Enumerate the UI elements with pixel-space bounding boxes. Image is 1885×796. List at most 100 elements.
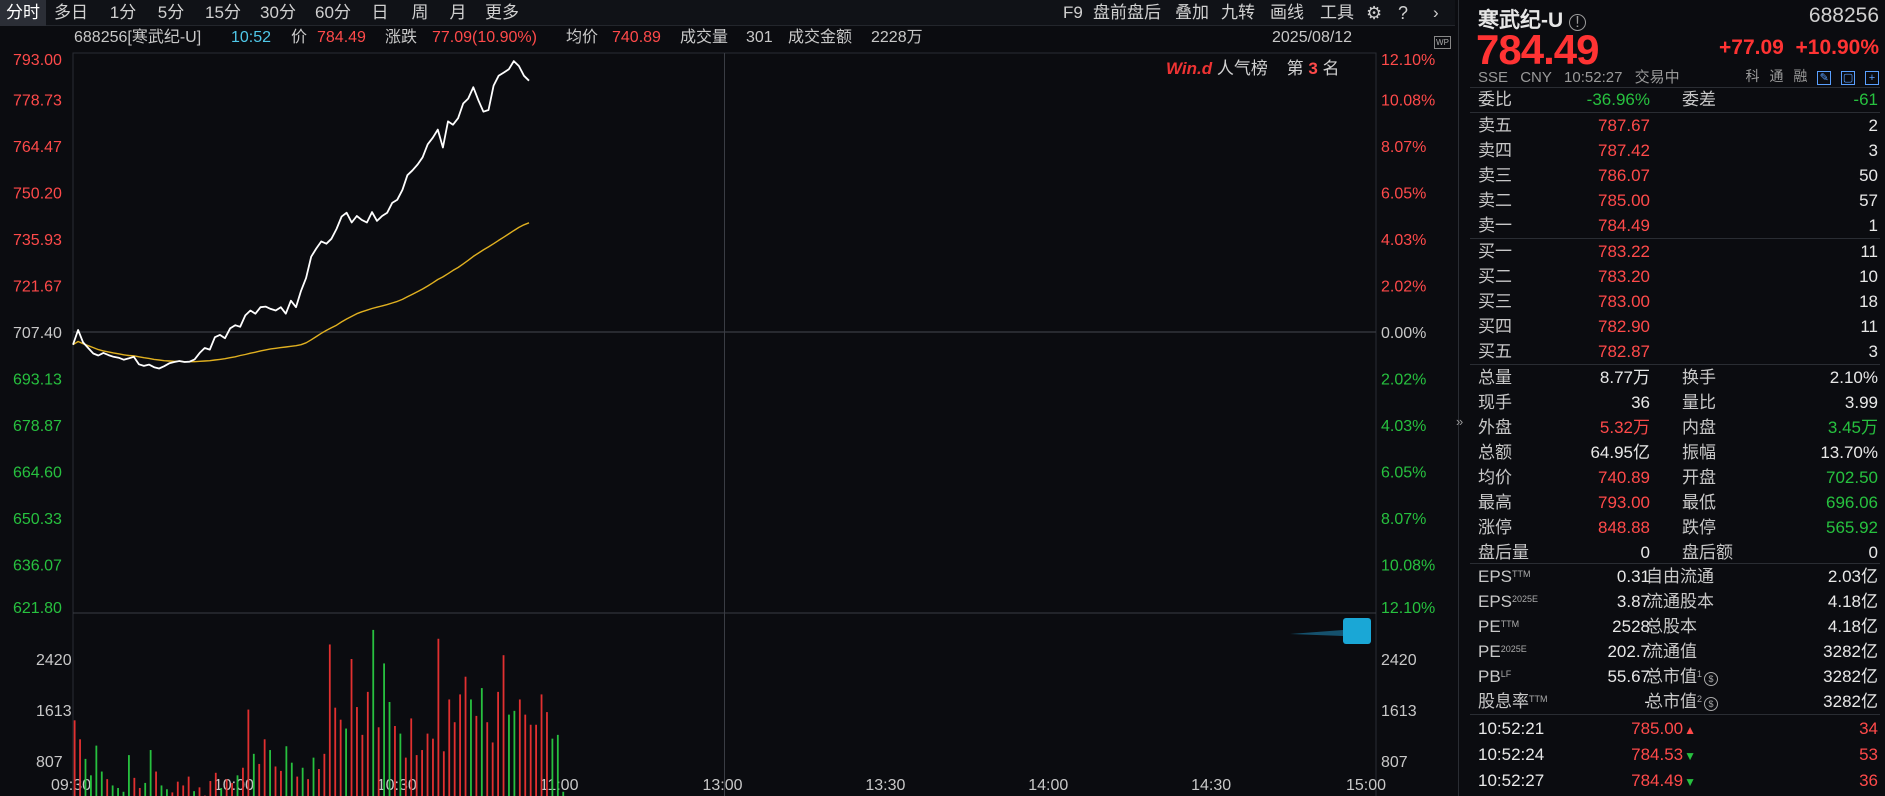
tab-monthly[interactable]: 月 <box>440 0 476 26</box>
tab-15min[interactable]: 15分 <box>197 0 249 26</box>
tab-intraday[interactable]: 分时 <box>0 0 46 26</box>
fundamental-row: EPS2025E 3.87 流通股本 4.18亿 <box>1478 589 1878 614</box>
tick-row[interactable]: 10:52:24 784.53▼ 53 <box>1478 742 1878 767</box>
stat-label: 外盘 <box>1478 418 1512 437</box>
order-book-row[interactable]: 卖三 786.07 50 <box>1478 163 1878 188</box>
order-book-row[interactable]: 卖四 787.42 3 <box>1478 138 1878 163</box>
stat-label: 最低 <box>1682 493 1716 512</box>
volume-tick-label-right: 1613 <box>1381 703 1417 720</box>
tick-row[interactable]: 10:52:21 785.00▲ 34 <box>1478 716 1878 741</box>
gear-icon[interactable]: ⚙ <box>1366 0 1382 26</box>
stat-row: 总量 8.77万 换手 2.10% <box>1478 365 1878 390</box>
stat-value: 848.88 <box>1598 518 1650 537</box>
tick-price: 785.00▲ <box>1631 716 1696 743</box>
level-price: 784.49 <box>1598 216 1650 235</box>
price-tick-label: 778.73 <box>13 93 62 110</box>
stat-value: 740.89 <box>1598 468 1650 487</box>
tab-5min[interactable]: 5分 <box>148 0 194 26</box>
level-qty: 10 <box>1859 267 1878 286</box>
stat-row: 涨停 848.88 跌停 565.92 <box>1478 515 1878 540</box>
f9-button[interactable]: F9 <box>1063 0 1083 26</box>
tab-more[interactable]: 更多 <box>478 0 526 26</box>
stat-label: 盘后额 <box>1682 543 1733 562</box>
tools-button[interactable]: 工具 <box>1320 0 1354 26</box>
tick-time: 10:52:24 <box>1478 745 1545 764</box>
order-book-row[interactable]: 卖五 787.67 2 <box>1478 113 1878 138</box>
pct-tick-label: 2.02% <box>1381 372 1426 389</box>
intraday-chart[interactable]: 793.00 12.10% 778.73 10.08% 764.47 8.07% 750.2… <box>0 44 1456 796</box>
fund-label-text: 总市值 <box>1646 692 1697 711</box>
arrow-down-icon: ▼ <box>1684 749 1696 763</box>
tag-star-market[interactable]: 科 <box>1746 66 1760 86</box>
chevron-right-icon[interactable]: › <box>1433 0 1439 26</box>
order-book-row[interactable]: 买一 783.22 11 <box>1478 239 1878 264</box>
fund-value: 55.67 <box>1607 667 1650 686</box>
time-tick-label: 14:00 <box>1028 777 1068 794</box>
tab-1min[interactable]: 1分 <box>100 0 146 26</box>
volume-bar <box>133 777 136 796</box>
tick-qty: 53 <box>1859 745 1878 764</box>
volume-bar <box>231 782 233 796</box>
stat-row: 外盘 5.32万 内盘 3.45万 <box>1478 415 1878 440</box>
stat-row: 均价 740.89 开盘 702.50 <box>1478 465 1878 490</box>
volume-bar <box>453 722 456 796</box>
volume-bar <box>182 785 185 796</box>
volume-bar <box>475 715 478 796</box>
draw-line-button[interactable]: 画线 <box>1270 0 1304 26</box>
pct-tick-label: 4.03% <box>1381 418 1426 435</box>
level-qty: 3 <box>1868 342 1878 361</box>
tab-60min[interactable]: 60分 <box>307 0 359 26</box>
volume-bar <box>334 707 337 796</box>
order-book-row[interactable]: 买二 783.20 10 <box>1478 264 1878 289</box>
level-qty: 2 <box>1868 116 1878 135</box>
fund-label-text: 总股本 <box>1646 617 1697 636</box>
volume-bar <box>421 750 423 796</box>
window-icon[interactable]: ▢ <box>1841 71 1856 85</box>
order-book-row[interactable]: 买五 782.87 3 <box>1478 339 1878 364</box>
tab-weekly[interactable]: 周 <box>400 0 440 26</box>
volume-bar <box>399 733 402 796</box>
volume-bar <box>285 746 288 796</box>
fund-label: 自由流通 <box>1646 564 1714 589</box>
tag-margin[interactable]: 融 <box>1793 66 1807 86</box>
order-book-row[interactable]: 买四 782.90 11 <box>1478 314 1878 339</box>
stat-label: 盘后量 <box>1478 543 1529 562</box>
info-circle-icon[interactable]: $ <box>1704 672 1719 686</box>
volume-bar <box>502 655 505 796</box>
level-label: 买三 <box>1478 292 1512 311</box>
nine-turn-button[interactable]: 九转 <box>1221 0 1255 26</box>
volume-tick-label-right: 807 <box>1381 754 1408 771</box>
stat-label: 内盘 <box>1682 418 1716 437</box>
tab-30min[interactable]: 30分 <box>252 0 304 26</box>
tab-daily[interactable]: 日 <box>362 0 398 26</box>
stat-value: 0 <box>1640 543 1650 562</box>
help-icon[interactable]: ? <box>1398 0 1408 26</box>
order-book-row[interactable]: 买三 783.00 18 <box>1478 289 1878 314</box>
tag-connect[interactable]: 通 <box>1769 66 1783 86</box>
order-book-row[interactable]: 卖一 784.49 1 <box>1478 213 1878 238</box>
tick-row[interactable]: 10:52:27 784.49▼ 36 <box>1478 768 1878 793</box>
volume-bar <box>290 762 293 796</box>
info-circle-icon[interactable]: $ <box>1704 697 1719 711</box>
pre-post-market-button[interactable]: 盘前盘后 <box>1093 0 1161 26</box>
order-book-row[interactable]: 卖二 785.00 57 <box>1478 188 1878 213</box>
volume-bar <box>323 753 326 796</box>
fund-label-sup: TTM <box>1512 569 1531 579</box>
volume-bar <box>252 753 255 796</box>
volume-bar <box>339 719 342 796</box>
price-tick-label: 707.40 <box>13 325 62 342</box>
tab-multi-day[interactable]: 多日 <box>48 0 94 26</box>
volume-bar <box>518 699 521 796</box>
edit-icon[interactable]: ✎ <box>1817 71 1832 85</box>
volume-bar <box>155 771 157 796</box>
volume-bar <box>529 724 532 796</box>
add-icon[interactable]: + <box>1865 71 1879 85</box>
float-panel-button[interactable] <box>1343 618 1371 644</box>
collapse-panel-icon[interactable]: » <box>1456 410 1470 434</box>
stat-value: 13.70% <box>1820 443 1878 462</box>
quote-tags: 科 通 融 ✎ ▢ + <box>1740 66 1879 86</box>
price-tick-label: 750.20 <box>13 186 62 203</box>
volume-bar <box>214 772 217 796</box>
volume-bar <box>73 720 76 796</box>
overlay-button[interactable]: 叠加 <box>1175 0 1209 26</box>
